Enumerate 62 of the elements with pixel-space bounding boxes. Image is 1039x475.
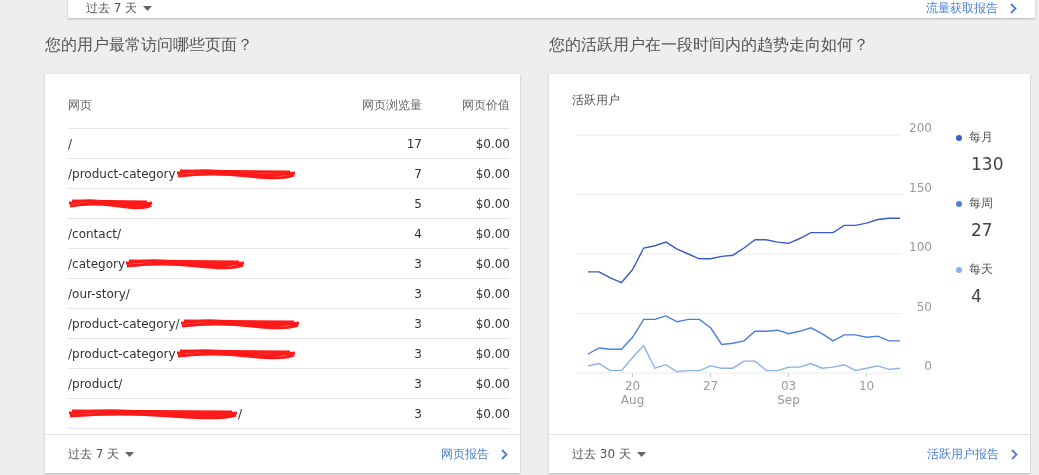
value-cell: $0.00 bbox=[475, 136, 510, 151]
page-path: / bbox=[238, 406, 243, 421]
x-tick-label: 20 Aug bbox=[620, 379, 645, 407]
views-cell: 4 bbox=[414, 226, 422, 241]
chevron-right-icon bbox=[1010, 2, 1017, 14]
date-range-dropdown[interactable]: 过去 7 天 bbox=[86, 0, 153, 17]
views-cell: 5 bbox=[414, 196, 422, 211]
legend-value: 4 bbox=[971, 286, 983, 306]
report-link[interactable]: 网页报告 bbox=[441, 445, 508, 463]
legend-value: 130 bbox=[971, 154, 1004, 174]
x-tick-label: 27 bbox=[702, 379, 719, 393]
report-link[interactable]: 流量获取报告 bbox=[926, 0, 1017, 17]
section-title: 您的用户最常访问哪些页面？ bbox=[45, 34, 254, 56]
value-cell: $0.00 bbox=[475, 256, 510, 271]
chevron-right-icon bbox=[501, 448, 508, 460]
caret-icon bbox=[636, 451, 646, 457]
views-cell: 3 bbox=[414, 376, 422, 391]
value-cell: $0.00 bbox=[475, 226, 510, 241]
date-range-dropdown[interactable]: 过去 30 天 bbox=[572, 445, 646, 463]
views-cell: 3 bbox=[414, 346, 422, 361]
column-header: 网页 bbox=[68, 96, 92, 114]
page-path: /our-story/ bbox=[68, 286, 130, 301]
page-path: /product-category bbox=[68, 166, 176, 181]
caret-icon bbox=[143, 5, 153, 11]
page-path: /contact/ bbox=[68, 226, 121, 241]
date-range-dropdown[interactable]: 过去 7 天 bbox=[68, 445, 135, 463]
y-tick-label: 150 bbox=[909, 180, 932, 195]
value-cell: $0.00 bbox=[475, 196, 510, 211]
views-cell: 7 bbox=[414, 166, 422, 181]
value-cell: $0.00 bbox=[475, 376, 510, 391]
column-header: 网页价值 bbox=[462, 96, 510, 114]
page-path: /product/ bbox=[68, 376, 123, 391]
page-path: /category bbox=[68, 256, 126, 271]
value-cell: $0.00 bbox=[475, 406, 510, 421]
value-cell: $0.00 bbox=[475, 316, 510, 331]
chevron-right-icon bbox=[1011, 448, 1018, 460]
legend-label: 每天 bbox=[969, 261, 993, 278]
legend-label: 每周 bbox=[969, 195, 993, 212]
page-path: /product-category/ bbox=[68, 316, 180, 331]
x-tick-label: 10 bbox=[858, 379, 875, 393]
section-title: 您的活跃用户在一段时间内的趋势走向如何？ bbox=[549, 34, 870, 56]
page-path: /product-category bbox=[68, 346, 176, 361]
y-tick-label: 100 bbox=[909, 240, 932, 254]
views-cell: 3 bbox=[414, 316, 422, 331]
views-cell: 3 bbox=[414, 406, 422, 421]
value-cell: $0.00 bbox=[475, 286, 510, 301]
report-link[interactable]: 活跃用户报告 bbox=[927, 445, 1018, 463]
value-cell: $0.00 bbox=[475, 166, 510, 181]
views-cell: 17 bbox=[406, 136, 422, 151]
caret-icon bbox=[125, 451, 135, 457]
value-cell: $0.00 bbox=[475, 346, 510, 361]
y-tick-label: 200 bbox=[909, 121, 932, 135]
y-tick-label: 50 bbox=[916, 299, 932, 314]
column-header: 网页浏览量 bbox=[362, 96, 422, 114]
x-tick-label: 03 Sep bbox=[777, 379, 800, 407]
legend-label: 每月 bbox=[969, 129, 993, 146]
chart-title: 活跃用户 bbox=[572, 92, 621, 109]
views-cell: 3 bbox=[414, 256, 422, 271]
page-path: / bbox=[68, 136, 73, 151]
y-tick-label: 0 bbox=[924, 359, 932, 373]
legend-value: 27 bbox=[971, 220, 994, 240]
views-cell: 3 bbox=[414, 286, 422, 301]
